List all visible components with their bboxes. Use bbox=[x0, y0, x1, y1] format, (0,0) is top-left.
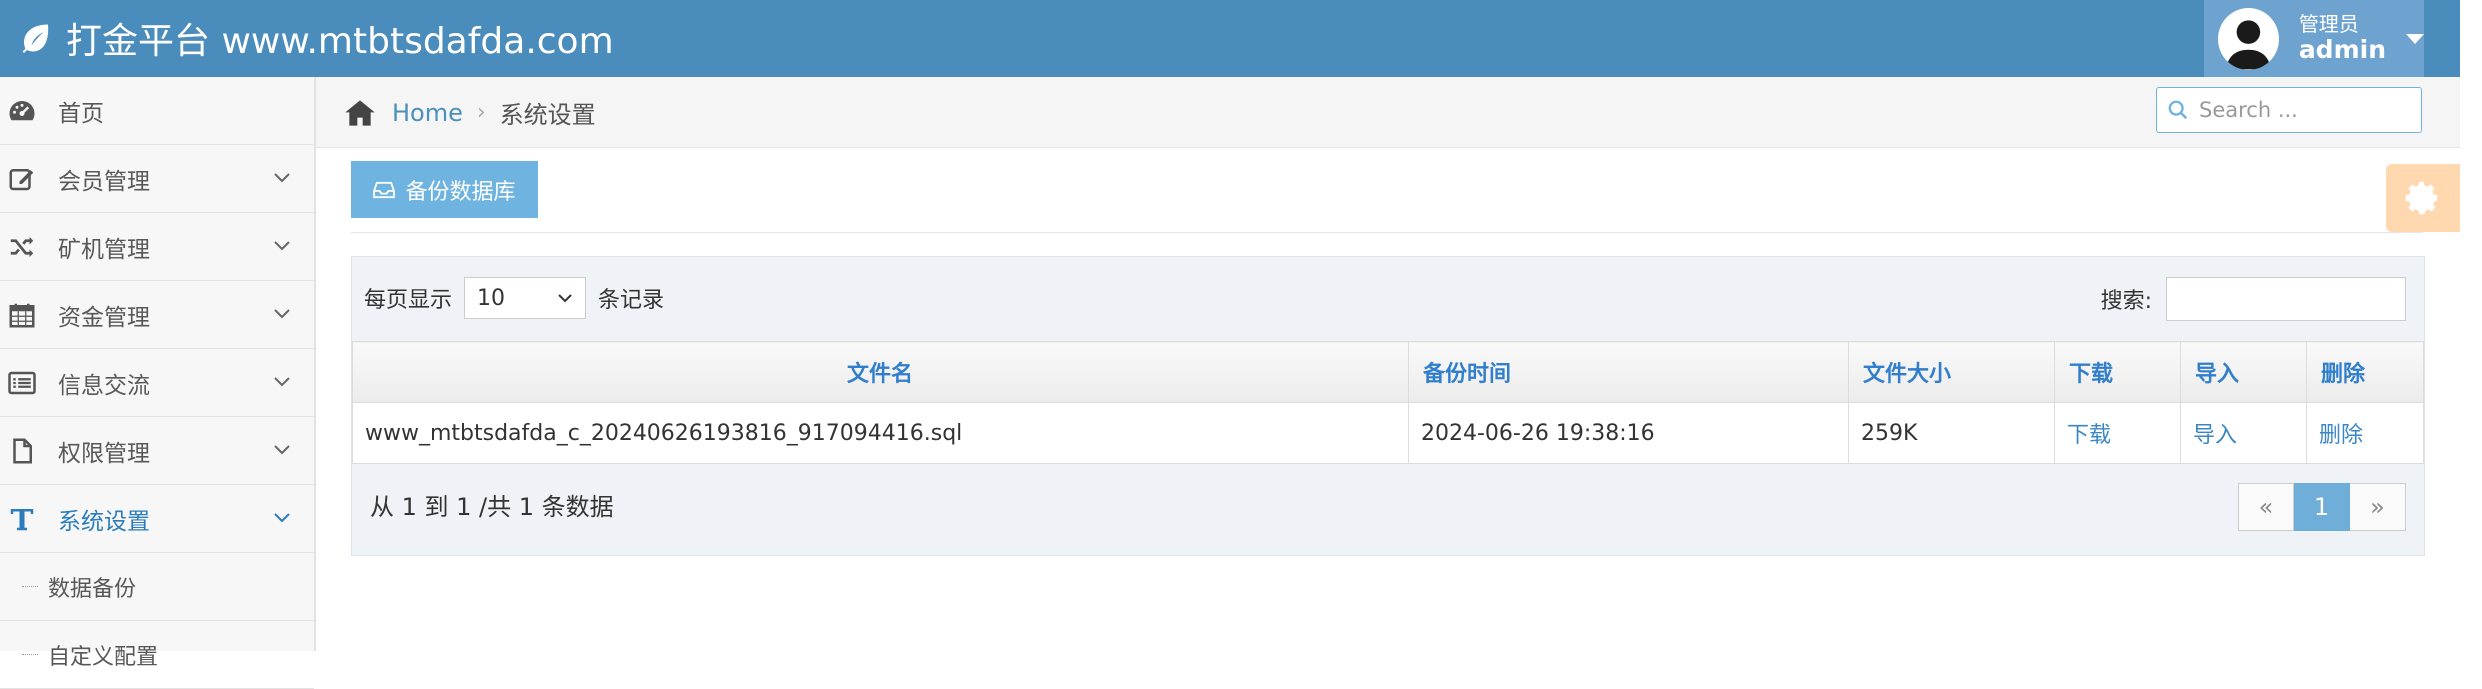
brand-title: 打金平台 www.mtbtsdafda.com bbox=[66, 21, 614, 62]
column-import: 导入 bbox=[2180, 341, 2307, 403]
page-length-select[interactable]: 10 bbox=[464, 277, 587, 319]
sidebar-subitem-label: 数据备份 bbox=[48, 576, 137, 602]
chevron-down-icon bbox=[274, 377, 290, 387]
search-input[interactable] bbox=[2197, 97, 2401, 123]
calendar-icon bbox=[4, 297, 40, 333]
cell-file-size: 259K bbox=[1848, 402, 2055, 464]
backup-button-label: 备份数据库 bbox=[405, 179, 516, 205]
sidebar-item-label: 首页 bbox=[58, 100, 104, 127]
sidebar-item-funds[interactable]: 资金管理 bbox=[0, 281, 314, 349]
sidebar-item-members[interactable]: 会员管理 bbox=[0, 145, 314, 213]
chevron-down-icon bbox=[274, 445, 290, 455]
cell-delete: 删除 bbox=[2306, 402, 2424, 464]
table-filter: 搜索: bbox=[2101, 277, 2406, 321]
gear-icon bbox=[2405, 181, 2438, 215]
column-download: 下载 bbox=[2054, 341, 2181, 403]
sidebar-subitem-custom-config[interactable]: 自定义配置 bbox=[0, 621, 314, 689]
user-menu[interactable]: 管理员 admin bbox=[2204, 0, 2424, 77]
brand[interactable]: 打金平台 www.mtbtsdafda.com bbox=[18, 10, 614, 66]
filter-label: 搜索: bbox=[2100, 289, 2152, 314]
column-backup-time[interactable]: 备份时间 bbox=[1408, 341, 1849, 403]
length-prefix: 每页显示 bbox=[364, 288, 453, 313]
pagination-page[interactable]: 1 bbox=[2294, 483, 2350, 531]
chevron-down-icon bbox=[274, 173, 290, 183]
leaf-icon bbox=[22, 24, 49, 53]
column-file-size[interactable]: 文件大小 bbox=[1848, 341, 2055, 403]
text-icon bbox=[4, 501, 40, 537]
search-icon bbox=[2168, 100, 2188, 120]
edit-icon bbox=[4, 161, 40, 197]
list-icon bbox=[4, 365, 40, 401]
page-length-value: 10 bbox=[477, 285, 506, 311]
chevron-down-icon bbox=[558, 294, 572, 303]
user-role: 管理员 bbox=[2298, 11, 2359, 36]
page-length-control: 每页显示 10 条记录 bbox=[364, 277, 664, 319]
delete-link[interactable]: 删除 bbox=[2319, 423, 2363, 448]
breadcrumb-current: 系统设置 bbox=[499, 101, 596, 129]
user-name: admin bbox=[2298, 34, 2386, 64]
sidebar-item-label: 资金管理 bbox=[58, 304, 150, 331]
table-info: 从 1 到 1 /共 1 条数据 bbox=[370, 493, 614, 521]
file-icon bbox=[4, 433, 40, 469]
table-row: www_mtbtsdafda_c_20240626193816_91709441… bbox=[352, 402, 2424, 464]
sidebar-item-label: 信息交流 bbox=[58, 372, 150, 399]
column-delete: 删除 bbox=[2306, 341, 2424, 403]
breadcrumb-bar: Home › 系统设置 bbox=[316, 77, 2460, 148]
column-filename[interactable]: 文件名 bbox=[352, 341, 1409, 403]
pagination-next[interactable]: » bbox=[2350, 483, 2406, 531]
backup-table: 文件名 备份时间 文件大小 下载 导入 删除 www_mtbtsdafda_c_… bbox=[352, 341, 2424, 464]
home-icon bbox=[345, 99, 375, 126]
dashboard-icon bbox=[4, 93, 40, 129]
tree-connector bbox=[22, 654, 38, 655]
divider bbox=[351, 232, 2423, 233]
inbox-icon bbox=[373, 181, 396, 198]
sidebar-item-home[interactable]: 首页 bbox=[0, 77, 314, 145]
sidebar-subitem-backup[interactable]: 数据备份 bbox=[0, 553, 314, 621]
tree-connector bbox=[22, 586, 38, 587]
import-link[interactable]: 导入 bbox=[2193, 423, 2237, 448]
download-link[interactable]: 下载 bbox=[2067, 423, 2111, 448]
avatar bbox=[2218, 7, 2279, 70]
sidebar-item-label: 权限管理 bbox=[58, 440, 150, 467]
user-avatar-icon bbox=[2225, 19, 2271, 69]
cell-filename: www_mtbtsdafda_c_20240626193816_91709441… bbox=[352, 402, 1409, 464]
sidebar-subitem-label: 自定义配置 bbox=[48, 644, 159, 670]
sidebar-item-label: 矿机管理 bbox=[58, 236, 150, 263]
shuffle-icon bbox=[4, 229, 40, 265]
chevron-down-icon bbox=[274, 513, 290, 523]
nav-search[interactable] bbox=[2156, 87, 2422, 133]
sidebar-item-messages[interactable]: 信息交流 bbox=[0, 349, 314, 417]
sidebar: 首页 会员管理 矿机管理 资金管理 信息交流 权限管理 系统设置 数据备份 自定… bbox=[0, 77, 316, 689]
sidebar-item-miners[interactable]: 矿机管理 bbox=[0, 213, 314, 281]
top-navbar: 打金平台 www.mtbtsdafda.com 管理员 admin bbox=[0, 0, 2460, 77]
sidebar-item-permissions[interactable]: 权限管理 bbox=[0, 417, 314, 485]
chevron-down-icon bbox=[274, 309, 290, 319]
chevron-down-icon bbox=[274, 241, 290, 251]
sidebar-item-label: 系统设置 bbox=[58, 508, 150, 535]
cell-import: 导入 bbox=[2180, 402, 2307, 464]
cell-download: 下载 bbox=[2054, 402, 2181, 464]
table-filter-input[interactable] bbox=[2166, 277, 2406, 321]
backup-database-button[interactable]: 备份数据库 bbox=[351, 161, 538, 218]
sidebar-item-settings[interactable]: 系统设置 bbox=[0, 485, 314, 553]
length-suffix: 条记录 bbox=[598, 288, 665, 313]
breadcrumb-home-link[interactable]: Home bbox=[392, 99, 463, 127]
cell-backup-time: 2024-06-26 19:38:16 bbox=[1408, 402, 1849, 464]
pagination-prev[interactable]: « bbox=[2238, 483, 2294, 531]
ace-settings-button[interactable] bbox=[2386, 164, 2460, 232]
breadcrumb-separator: › bbox=[476, 100, 486, 125]
pagination: « 1 » bbox=[2238, 483, 2406, 531]
datatable-panel: 每页显示 10 条记录 搜索: 文件名 备份时间 文件大小 下载 导入 删除 w… bbox=[351, 256, 2425, 556]
caret-down-icon bbox=[2406, 33, 2424, 44]
breadcrumb: Home › 系统设置 bbox=[344, 95, 596, 130]
table-header-row: 文件名 备份时间 文件大小 下载 导入 删除 bbox=[352, 341, 2424, 403]
sidebar-item-label: 会员管理 bbox=[58, 168, 150, 195]
